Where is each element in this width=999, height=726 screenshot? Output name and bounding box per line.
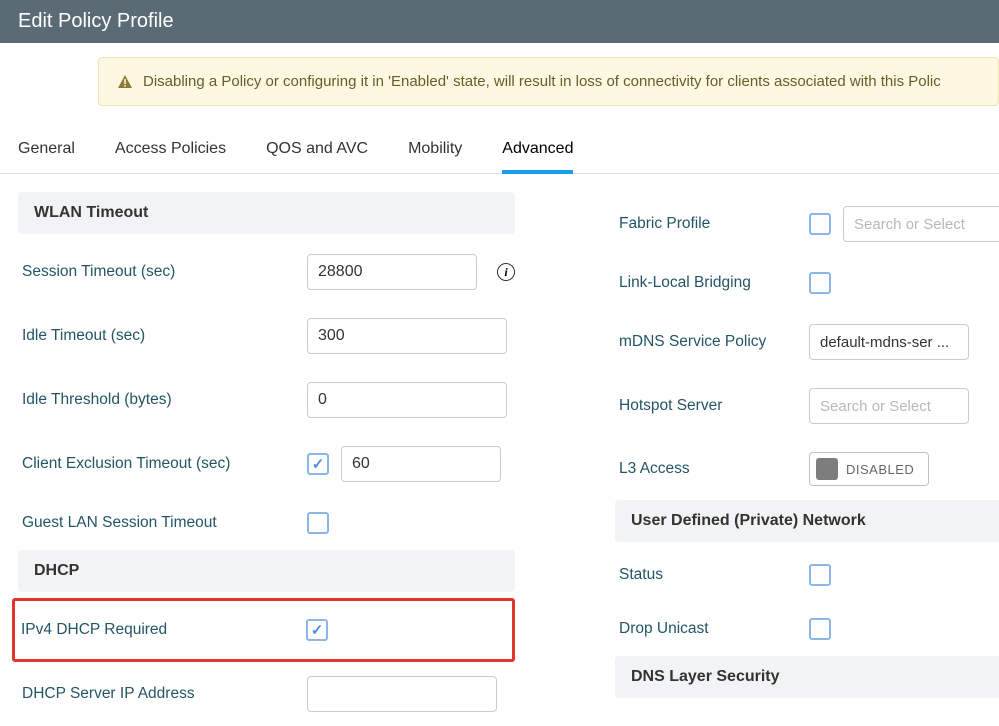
- row-l3-access: L3 Access DISABLED: [615, 438, 999, 500]
- section-udn: User Defined (Private) Network: [615, 500, 999, 542]
- row-client-exclusion: Client Exclusion Timeout (sec): [18, 432, 515, 496]
- row-session-timeout: Session Timeout (sec) i: [18, 240, 515, 304]
- fabric-profile-checkbox[interactable]: [809, 213, 831, 235]
- client-exclusion-checkbox[interactable]: [307, 453, 329, 475]
- idle-timeout-label: Idle Timeout (sec): [22, 327, 307, 345]
- session-timeout-label: Session Timeout (sec): [22, 263, 307, 281]
- client-exclusion-label: Client Exclusion Timeout (sec): [22, 455, 307, 473]
- fabric-profile-label: Fabric Profile: [619, 215, 809, 233]
- tab-access-policies[interactable]: Access Policies: [115, 140, 226, 173]
- guest-lan-checkbox[interactable]: [307, 512, 329, 534]
- ipv4-dhcp-checkbox[interactable]: [306, 619, 328, 641]
- row-drop-unicast: Drop Unicast: [615, 602, 999, 656]
- drop-unicast-label: Drop Unicast: [619, 620, 809, 638]
- idle-threshold-label: Idle Threshold (bytes): [22, 391, 307, 409]
- ipv4-dhcp-highlight: IPv4 DHCP Required: [12, 598, 515, 662]
- row-guest-lan: Guest LAN Session Timeout: [18, 496, 515, 550]
- info-icon[interactable]: i: [497, 263, 515, 281]
- tab-general[interactable]: General: [18, 140, 75, 173]
- idle-threshold-input[interactable]: [307, 382, 507, 418]
- link-local-checkbox[interactable]: [809, 272, 831, 294]
- idle-timeout-input[interactable]: [307, 318, 507, 354]
- warning-banner: Disabling a Policy or configuring it in …: [98, 57, 999, 106]
- mdns-label: mDNS Service Policy: [619, 333, 809, 351]
- udn-status-checkbox[interactable]: [809, 564, 831, 586]
- row-udn-status: Status: [615, 548, 999, 602]
- section-dns: DNS Layer Security: [615, 656, 999, 698]
- toggle-knob: [816, 458, 838, 480]
- row-link-local: Link-Local Bridging: [615, 256, 999, 310]
- fabric-profile-select[interactable]: Search or Select: [843, 206, 999, 242]
- page-title: Edit Policy Profile: [0, 0, 999, 43]
- row-idle-threshold: Idle Threshold (bytes): [18, 368, 515, 432]
- drop-unicast-checkbox[interactable]: [809, 618, 831, 640]
- row-idle-timeout: Idle Timeout (sec): [18, 304, 515, 368]
- warning-text: Disabling a Policy or configuring it in …: [143, 73, 941, 90]
- l3-access-state: DISABLED: [846, 462, 914, 477]
- mdns-select[interactable]: default-mdns-ser ...: [809, 324, 969, 360]
- tab-advanced[interactable]: Advanced: [502, 140, 573, 174]
- ipv4-dhcp-label: IPv4 DHCP Required: [21, 621, 306, 639]
- tab-qos-avc[interactable]: QOS and AVC: [266, 140, 368, 173]
- row-ipv4-dhcp: IPv4 DHCP Required: [21, 603, 512, 657]
- section-wlan-timeout: WLAN Timeout: [18, 192, 515, 234]
- tab-mobility[interactable]: Mobility: [408, 140, 462, 173]
- session-timeout-input[interactable]: [307, 254, 477, 290]
- client-exclusion-input[interactable]: [341, 446, 501, 482]
- section-dhcp: DHCP: [18, 550, 515, 592]
- row-dhcp-server: DHCP Server IP Address: [18, 662, 515, 726]
- row-hotspot: Hotspot Server Search or Select: [615, 374, 999, 438]
- hotspot-label: Hotspot Server: [619, 397, 809, 415]
- warning-icon: [117, 74, 133, 90]
- row-mdns: mDNS Service Policy default-mdns-ser ...: [615, 310, 999, 374]
- dhcp-server-label: DHCP Server IP Address: [22, 685, 307, 703]
- l3-access-toggle[interactable]: DISABLED: [809, 452, 929, 486]
- l3-access-label: L3 Access: [619, 460, 809, 478]
- link-local-label: Link-Local Bridging: [619, 274, 809, 292]
- guest-lan-label: Guest LAN Session Timeout: [22, 514, 307, 532]
- udn-status-label: Status: [619, 566, 809, 584]
- hotspot-select[interactable]: Search or Select: [809, 388, 969, 424]
- row-fabric-profile: Fabric Profile Search or Select: [615, 192, 999, 256]
- tab-bar: General Access Policies QOS and AVC Mobi…: [0, 106, 999, 174]
